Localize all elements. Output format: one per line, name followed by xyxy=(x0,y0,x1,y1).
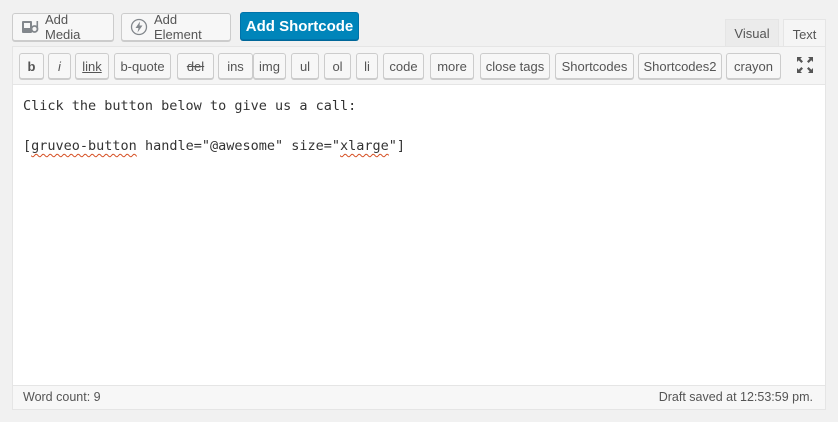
status-bar: Word count: 9 Draft saved at 12:53:59 pm… xyxy=(13,385,825,409)
quicktags-toolbar: b i link b-quote del ins img ul ol li co… xyxy=(13,47,825,85)
fullscreen-expand-icon xyxy=(796,56,814,77)
qt-li-button[interactable]: li xyxy=(356,53,378,79)
qt-more-button[interactable]: more xyxy=(430,53,474,79)
add-shortcode-button[interactable]: Add Shortcode xyxy=(240,12,359,40)
qt-code-button[interactable]: code xyxy=(383,53,424,79)
add-element-label: Add Element xyxy=(154,12,202,42)
draft-saved-status: Draft saved at 12:53:59 pm. xyxy=(658,390,813,404)
bolt-icon xyxy=(130,18,148,36)
qt-shortcodes2-button[interactable]: Shortcodes2 xyxy=(638,53,722,79)
shortcode-bracket-close: "] xyxy=(388,138,406,154)
misspelled-word: xlarge xyxy=(340,138,389,154)
content-line-1: Click the button below to give us a call… xyxy=(23,98,357,114)
add-element-button[interactable]: Add Element xyxy=(121,12,231,42)
qt-close-tags-button[interactable]: close tags xyxy=(480,53,550,79)
qt-ol-button[interactable]: ol xyxy=(324,53,351,79)
fullscreen-button[interactable] xyxy=(794,55,816,77)
tab-visual[interactable]: Visual xyxy=(725,19,779,47)
qt-bold-button[interactable]: b xyxy=(19,53,44,79)
add-media-label: Add Media xyxy=(45,12,81,42)
qt-del-button[interactable]: del xyxy=(177,53,214,79)
editor-container: b i link b-quote del ins img ul ol li co… xyxy=(12,46,826,410)
word-count: Word count: 9 xyxy=(23,390,101,404)
qt-link-button[interactable]: link xyxy=(75,53,109,79)
qt-blockquote-button[interactable]: b-quote xyxy=(114,53,171,79)
misspelled-word: gruveo-button xyxy=(31,138,137,154)
qt-img-button[interactable]: img xyxy=(253,53,286,79)
qt-shortcodes-button[interactable]: Shortcodes xyxy=(555,53,634,79)
media-icon xyxy=(21,18,39,36)
qt-ul-button[interactable]: ul xyxy=(291,53,319,79)
qt-crayon-button[interactable]: crayon xyxy=(726,53,781,79)
qt-italic-button[interactable]: i xyxy=(48,53,71,79)
shortcode-bracket-open: [ xyxy=(23,138,32,154)
qt-ins-button[interactable]: ins xyxy=(218,53,253,79)
add-media-button[interactable]: Add Media xyxy=(12,12,114,42)
tab-text[interactable]: Text xyxy=(783,19,826,48)
content-textarea[interactable]: Click the button below to give us a call… xyxy=(13,85,825,385)
content-blank-line xyxy=(23,116,815,136)
content-line-shortcode: [gruveo-button handle="@awesome" size="x… xyxy=(23,136,815,156)
shortcode-attrs: handle="@awesome" size=" xyxy=(136,138,341,154)
